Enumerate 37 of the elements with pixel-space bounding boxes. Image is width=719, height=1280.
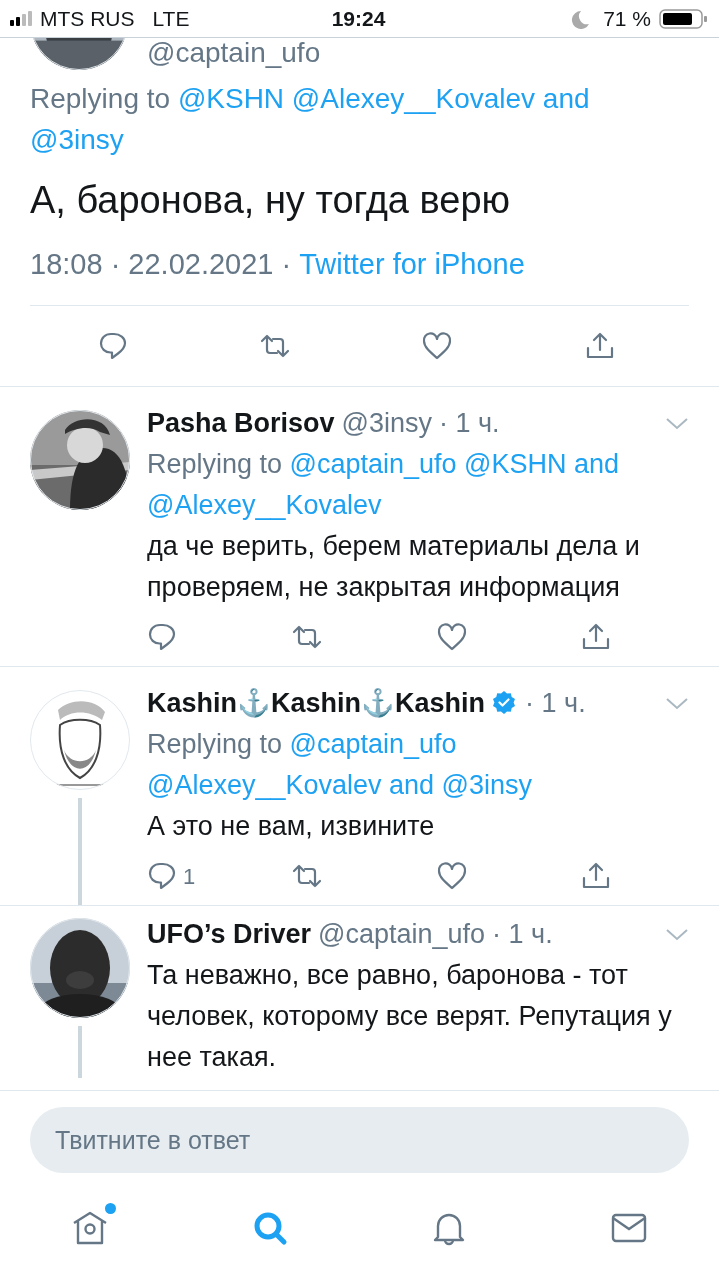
tweet-text: А, баронова, ну тогда верю xyxy=(30,178,512,223)
reply-count: 1 xyxy=(183,862,196,891)
user-name: Pasha Borisov xyxy=(147,407,335,440)
heart-icon xyxy=(437,861,467,891)
reply-context: Replying to @KSHN @Alexey__Kovalev and @3insy xyxy=(30,82,591,157)
tweet-time: · 1 ч. xyxy=(525,687,586,720)
tweet-text: А это не вам, извините xyxy=(147,810,436,843)
tweet-time: · 1 ч. xyxy=(439,407,500,440)
source-link[interactable]: Twitter for iPhone xyxy=(299,248,525,281)
user-handle: @captain_ufo xyxy=(318,918,486,951)
share-icon xyxy=(581,622,611,652)
network-type: LTE xyxy=(152,6,190,31)
user-handle: @captain_ufo xyxy=(147,38,321,70)
user-handle: @3insy xyxy=(341,407,433,440)
reply-field[interactable]: Твитните в ответ xyxy=(30,1107,689,1173)
reply-button[interactable]: 1 xyxy=(147,855,292,897)
clock: 19:24 xyxy=(331,6,386,31)
heart-icon xyxy=(437,622,467,652)
tweet-text: Та неважно, все равно, баронова - тот человек, которому все верят. Репутация у нее такая. xyxy=(147,959,673,1074)
carrier-name: MTS RUS xyxy=(40,6,135,31)
tweet-time: · 1 ч. xyxy=(492,918,553,951)
user-name: Kashin⚓Kashin⚓Kashin xyxy=(147,687,486,720)
battery-icon xyxy=(659,8,707,29)
tweet-timestamp: 18:08 · 22.02.2021 · xyxy=(30,248,292,281)
share-icon xyxy=(585,331,615,361)
share-icon xyxy=(581,861,611,891)
heart-icon xyxy=(422,331,452,361)
reply-context: Replying to @captain_ufo @Alexey__Kovalev and @3insy xyxy=(147,728,534,802)
comment-icon xyxy=(147,622,177,652)
signal-icon xyxy=(10,11,32,26)
moon-icon xyxy=(569,8,590,29)
battery-percent: 71 % xyxy=(603,6,651,31)
comment-icon xyxy=(98,331,128,361)
comment-icon xyxy=(147,861,177,891)
tweet-text: да че верить, берем материалы дела и проверяем, не закрытая информация xyxy=(147,530,641,604)
user-name: UFO’s Driver xyxy=(147,918,312,951)
reply-context: Replying to @captain_ufo @KSHN and @Alexey__Kovalev xyxy=(147,448,621,522)
